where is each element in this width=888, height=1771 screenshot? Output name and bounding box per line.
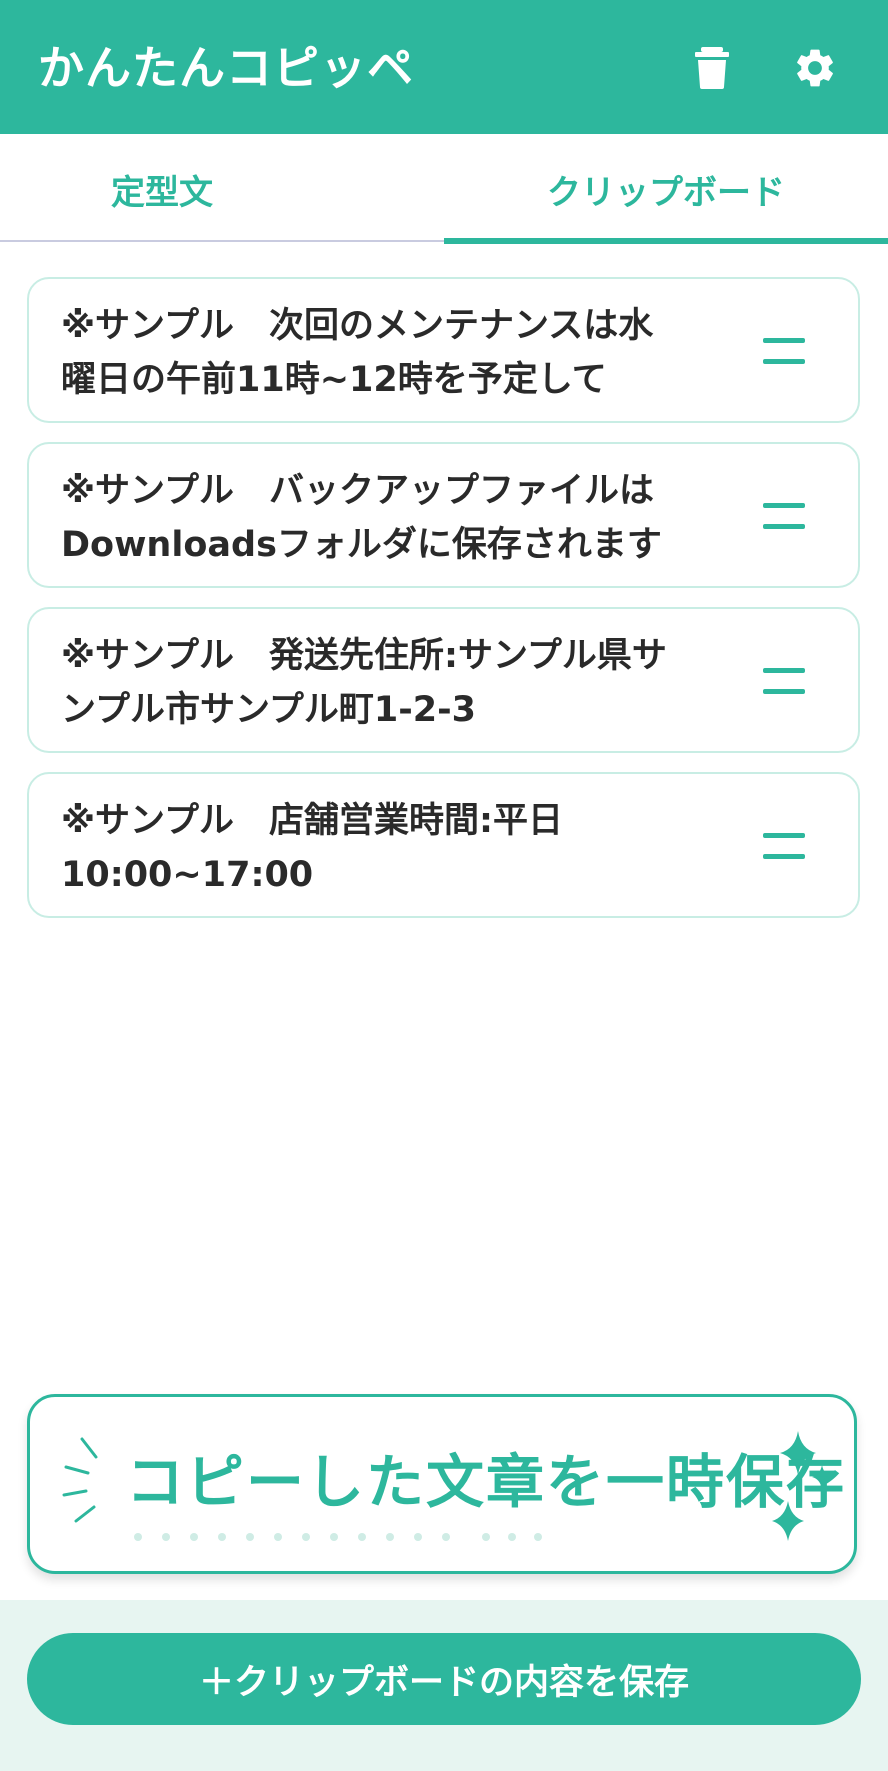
tab-divider [0,240,444,242]
temp-save-banner[interactable]: コピーした文章を一時保存 [27,1394,857,1574]
drag-handle-icon[interactable] [759,664,809,698]
tab-bar: 定型文 クリップボード [0,134,888,244]
trash-icon [695,47,729,89]
banner-text: コピーした文章を一時保存 [126,1448,847,1516]
app-header: かんたんコピッペ [0,0,888,134]
gear-icon [797,49,833,87]
drag-handle-icon[interactable] [759,499,809,533]
list-item-text: ※サンプル バックアップファイルはDownloadsフォルダに保存されます [61,471,662,565]
app-screen: かんたんコピッペ 定型文 クリップボード ※サンプル 次回のメンテナンスは水曜日… [0,0,888,1771]
drag-handle-icon[interactable] [759,829,809,863]
bottom-bar: ＋クリップボードの内容を保存 [0,1600,888,1771]
list-item-text: ※サンプル 店舗営業時間:平日10:00~17:00 [61,801,563,895]
list-item[interactable]: ※サンプル 店舗営業時間:平日10:00~17:00 [27,772,860,918]
list-item[interactable]: ※サンプル 次回のメンテナンスは水曜日の午前11時~12時を予定してい... [27,277,860,423]
save-clipboard-button[interactable]: ＋クリップボードの内容を保存 [27,1633,861,1725]
list-item-text: ※サンプル 発送先住所:サンプル県サンプル市サンプル町1-2-3 [61,636,667,730]
app-title: かんたんコピッペ [38,41,414,95]
settings-button[interactable] [783,36,847,100]
delete-all-button[interactable] [680,36,744,100]
tab-clipboard[interactable]: クリップボード [444,134,888,244]
tab-templates[interactable]: 定型文 [0,134,444,244]
list-item[interactable]: ※サンプル 発送先住所:サンプル県サンプル市サンプル町1-2-3 [27,607,860,753]
list-item[interactable]: ※サンプル バックアップファイルはDownloadsフォルダに保存されます [27,442,860,588]
drag-handle-icon[interactable] [759,334,809,368]
list-item-text: ※サンプル 次回のメンテナンスは水曜日の午前11時~12時を予定してい... [61,306,654,400]
tab-active-indicator [444,238,888,244]
